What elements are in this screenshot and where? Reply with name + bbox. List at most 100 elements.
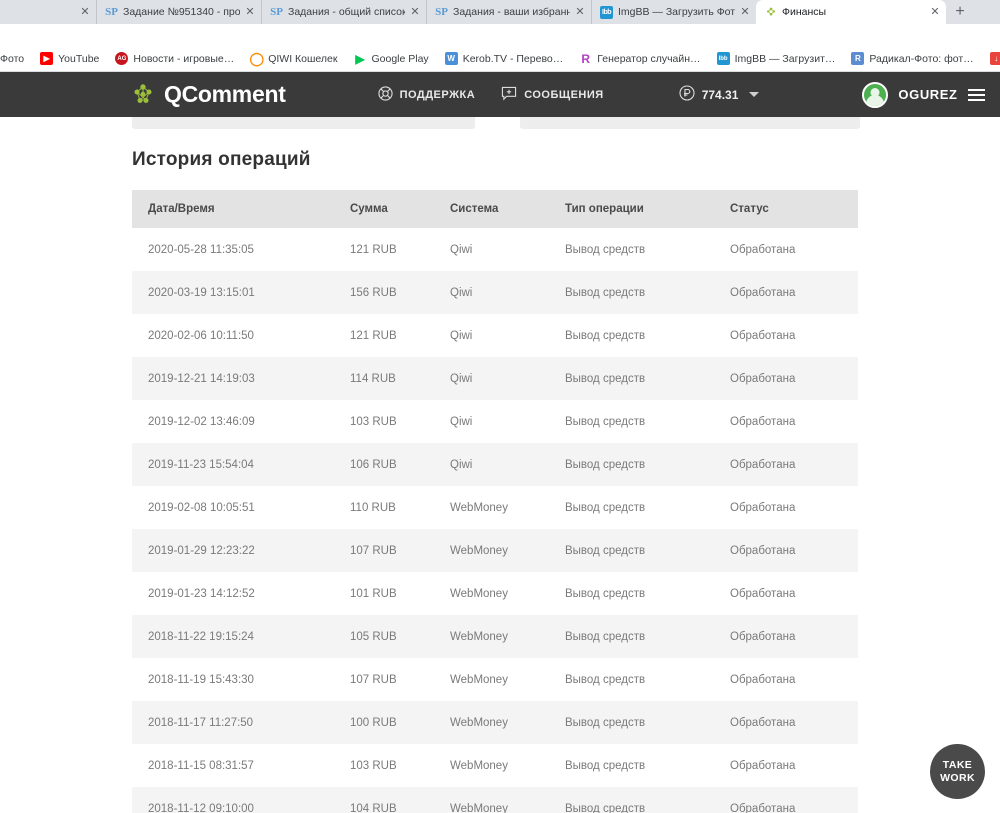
- cell-datetime: 2019-11-23 15:54:04: [132, 443, 350, 486]
- cell-amount: 110 RUB: [350, 486, 450, 529]
- status-badge: Обработана: [730, 787, 858, 813]
- table-row: 2019-01-23 14:12:52 101 RUB WebMoney Выв…: [132, 572, 858, 615]
- bookmark-random-generator[interactable]: R Генератор случайн…: [571, 52, 708, 65]
- table-row: 2020-02-06 10:11:50 121 RUB Qiwi Вывод с…: [132, 314, 858, 357]
- browser-tab-finances-active[interactable]: Финансы ✕: [756, 0, 946, 24]
- user-menu[interactable]: OGUREZ: [862, 81, 985, 108]
- support-label: ПОДДЕРЖКА: [399, 88, 476, 101]
- cell-datetime: 2018-11-22 19:15:24: [132, 615, 350, 658]
- new-tab-button[interactable]: +: [946, 0, 974, 24]
- message-plus-icon: [501, 86, 517, 104]
- bookmark-news[interactable]: AG Новости - игровые…: [107, 52, 242, 65]
- cell-system: Qiwi: [450, 271, 565, 314]
- cell-amount: 121 RUB: [350, 228, 450, 271]
- bookmark-label: QIWI Кошелек: [268, 52, 338, 65]
- cell-amount: 114 RUB: [350, 357, 450, 400]
- summary-card-right-partial: [520, 117, 860, 129]
- site-header: QComment ПОДДЕРЖКА СООБЩЕНИЯ 774.31 OGUR…: [0, 72, 1000, 117]
- bookmark-label: Kerob.TV - Перево…: [462, 52, 564, 65]
- table-head: Дата/Время Сумма Система Тип операции Ст…: [132, 190, 858, 228]
- cell-system: WebMoney: [450, 486, 565, 529]
- cell-amount: 107 RUB: [350, 658, 450, 701]
- bookmark-youtube[interactable]: ▶ YouTube: [32, 52, 107, 65]
- messages-link[interactable]: СООБЩЕНИЯ: [501, 86, 604, 104]
- browser-address-bar-strip: [0, 24, 1000, 46]
- browser-tab-favorite-tasks[interactable]: SP Задания - ваши избранные зад ✕: [426, 0, 591, 24]
- cell-system: WebMoney: [450, 744, 565, 787]
- cell-datetime: 2019-12-21 14:19:03: [132, 357, 350, 400]
- qcomment-leaf-logo-icon: [130, 82, 156, 108]
- bookmark-label: YouTube: [58, 52, 100, 65]
- bookmark-photo[interactable]: Фото: [0, 53, 32, 65]
- bookmarks-bar: Фото ▶ YouTube AG Новости - игровые… ◯ Q…: [0, 46, 1000, 72]
- tab-close-icon[interactable]: ✕: [80, 6, 90, 18]
- table-row: 2019-11-23 15:54:04 106 RUB Qiwi Вывод с…: [132, 443, 858, 486]
- status-badge: Обработана: [730, 486, 858, 529]
- tab-close-icon[interactable]: ✕: [740, 6, 750, 18]
- takework-line1: TAKE: [942, 759, 973, 772]
- cell-type: Вывод средств: [565, 443, 730, 486]
- cell-amount: 104 RUB: [350, 787, 450, 813]
- brand-name: QComment: [164, 81, 286, 107]
- cell-system: WebMoney: [450, 615, 565, 658]
- bookmark-label: ImgBB — Загрузит…: [734, 52, 836, 65]
- tab-close-icon[interactable]: ✕: [410, 6, 420, 18]
- cell-type: Вывод средств: [565, 701, 730, 744]
- bookmark-radikal-photo[interactable]: R Радикал-Фото: фот…: [843, 52, 981, 65]
- bookmark-qiwi-wallet[interactable]: ◯ QIWI Кошелек: [242, 52, 345, 65]
- cell-type: Вывод средств: [565, 529, 730, 572]
- tab-close-icon[interactable]: ✕: [930, 6, 940, 18]
- cell-amount: 101 RUB: [350, 572, 450, 615]
- bookmark-google-play[interactable]: ▶ Google Play: [345, 52, 436, 65]
- browser-tab-imgbb[interactable]: Ibb ImgBB — Загрузить Фото — Хос ✕: [591, 0, 756, 24]
- chevron-down-icon[interactable]: [749, 92, 760, 97]
- takework-line2: WORK: [940, 771, 975, 784]
- qcomment-favicon: [764, 6, 777, 19]
- table-row: 2019-01-29 12:23:22 107 RUB WebMoney Выв…: [132, 529, 858, 572]
- browser-tab-bar: ✕ SP Задание №951340 - просмотр ✕ SP Зад…: [0, 0, 1000, 24]
- browser-tab-tasks-list[interactable]: SP Задания - общий список задан ✕: [261, 0, 426, 24]
- bookmark-virtual-number[interactable]: ↓ Получить виртуал…: [982, 52, 1000, 65]
- takework-widget-button[interactable]: TAKE WORK: [930, 744, 985, 799]
- cell-system: Qiwi: [450, 443, 565, 486]
- status-badge: Обработана: [730, 400, 858, 443]
- youtube-icon: ▶: [40, 52, 54, 65]
- cell-datetime: 2018-11-17 11:27:50: [132, 701, 350, 744]
- table-row: 2018-11-22 19:15:24 105 RUB WebMoney Выв…: [132, 615, 858, 658]
- bookmark-label: Фото: [0, 52, 25, 65]
- cell-system: WebMoney: [450, 701, 565, 744]
- status-badge: Обработана: [730, 357, 858, 400]
- tab-close-icon[interactable]: ✕: [575, 6, 585, 18]
- sp-favicon: SP: [105, 5, 118, 18]
- cell-amount: 103 RUB: [350, 744, 450, 787]
- status-badge: Обработана: [730, 228, 858, 271]
- cell-type: Вывод средств: [565, 228, 730, 271]
- column-header-amount: Сумма: [350, 190, 450, 228]
- user-avatar-icon: [862, 81, 889, 108]
- cell-datetime: 2019-12-02 13:46:09: [132, 400, 350, 443]
- table-row: 2018-11-19 15:43:30 107 RUB WebMoney Выв…: [132, 658, 858, 701]
- table-row: 2019-02-08 10:05:51 110 RUB WebMoney Выв…: [132, 486, 858, 529]
- cell-system: WebMoney: [450, 787, 565, 813]
- support-link[interactable]: ПОДДЕРЖКА: [377, 85, 476, 104]
- table-row: 2018-11-15 08:31:57 103 RUB WebMoney Выв…: [132, 744, 858, 787]
- bookmark-kerob-tv[interactable]: W Kerob.TV - Перево…: [437, 52, 572, 65]
- tab-close-icon[interactable]: ✕: [245, 6, 255, 18]
- browser-tab-task-951340[interactable]: SP Задание №951340 - просмотр ✕: [96, 0, 261, 24]
- operations-history-table-wrap: Дата/Время Сумма Система Тип операции Ст…: [132, 190, 858, 813]
- cell-system: WebMoney: [450, 658, 565, 701]
- balance-dropdown[interactable]: 774.31: [679, 85, 760, 104]
- table-row: 2019-12-02 13:46:09 103 RUB Qiwi Вывод с…: [132, 400, 858, 443]
- header-nav: ПОДДЕРЖКА СООБЩЕНИЯ: [377, 85, 604, 104]
- table-row: 2018-11-12 09:10:00 104 RUB WebMoney Выв…: [132, 787, 858, 813]
- bookmark-imgbb[interactable]: Ibb ImgBB — Загрузит…: [709, 52, 844, 65]
- bookmark-label: Новости - игровые…: [133, 52, 235, 65]
- site-logo[interactable]: QComment: [130, 81, 286, 108]
- vk-icon: W: [444, 52, 458, 65]
- browser-tab-partial[interactable]: ✕: [80, 0, 96, 24]
- cell-system: WebMoney: [450, 529, 565, 572]
- tab-title: Задания - ваши избранные зад: [453, 6, 570, 18]
- bookmark-label: Радикал-Фото: фот…: [869, 52, 974, 65]
- imgbb-favicon: Ibb: [600, 5, 613, 19]
- hamburger-menu-icon[interactable]: [967, 88, 985, 101]
